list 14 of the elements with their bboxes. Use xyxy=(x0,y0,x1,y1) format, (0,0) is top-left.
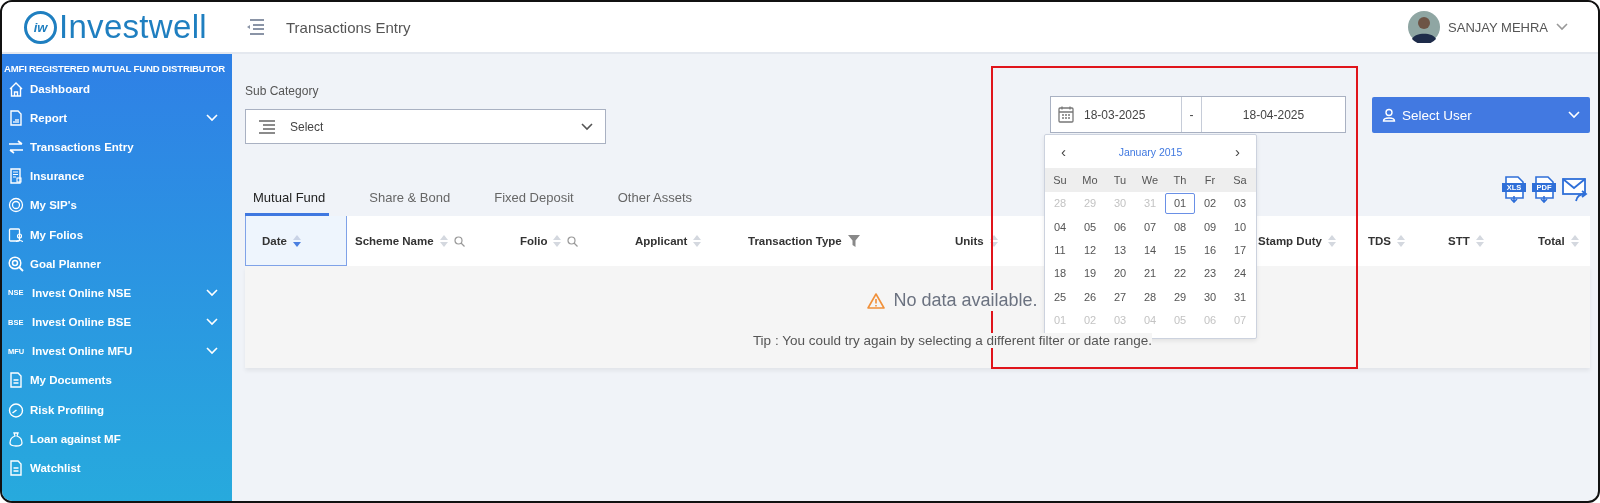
field-label: Sub Category xyxy=(245,84,320,98)
logo-mark: iw xyxy=(24,10,57,44)
sidebar-heading: AMFI REGISTERED MUTUAL FUND DISTRIBUTOR xyxy=(3,63,227,74)
weekday-label: We xyxy=(1140,174,1160,186)
weekday-label: Mo xyxy=(1081,174,1099,186)
weekday-label: Tu xyxy=(1112,174,1128,186)
empty-tip: Tip : You could try again by selecting a different filter or date range. xyxy=(752,333,1153,348)
weekday-label: Fr xyxy=(1203,174,1217,186)
page-title: Transactions Entry xyxy=(286,18,411,36)
weekday-label: Th xyxy=(1172,174,1188,186)
weekday-label: Su xyxy=(1052,174,1068,186)
empty-message: No data available. xyxy=(893,290,1038,311)
logo-text: Investwell xyxy=(59,8,207,46)
weekday-label: Sa xyxy=(1232,174,1248,186)
